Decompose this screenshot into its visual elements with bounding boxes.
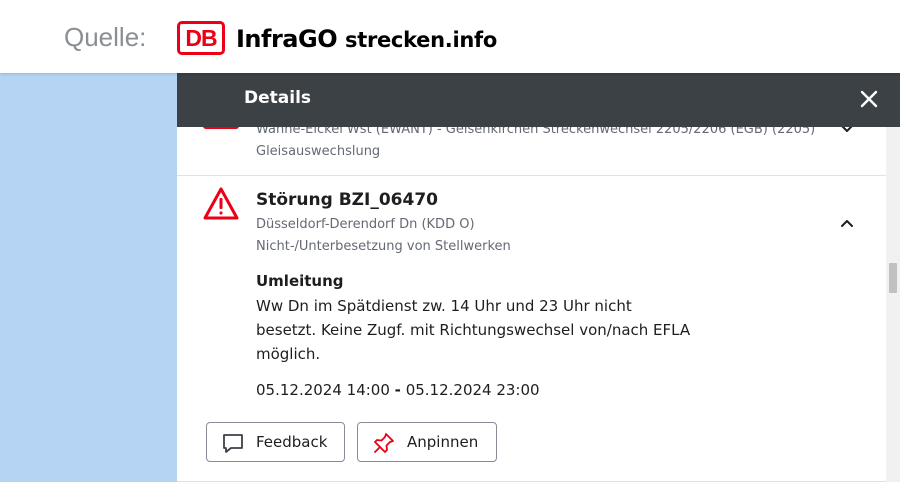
db-logo-text: DB xyxy=(185,25,217,51)
panel-header: Details xyxy=(177,73,900,127)
item-description: Ww Dn im Spätdienst zw. 14 Uhr und 23 Uh… xyxy=(256,294,706,366)
chevron-down-icon[interactable] xyxy=(839,127,855,137)
item-cause: Nicht-/Unterbesetzung von Stellwerken xyxy=(256,239,511,254)
list-item: Störung BZI_06470 Düsseldorf-Derendorf D… xyxy=(177,176,886,482)
pin-label: Anpinnen xyxy=(407,433,479,451)
close-button[interactable] xyxy=(855,85,883,113)
period-separator: - xyxy=(394,381,401,399)
warning-icon xyxy=(203,187,239,220)
item-cause: Gleisauswechslung xyxy=(256,144,381,159)
feedback-label: Feedback xyxy=(256,433,328,451)
panel-title: Details xyxy=(244,88,312,108)
source-label: Quelle: xyxy=(64,22,147,52)
scrollbar-thumb[interactable] xyxy=(889,263,897,293)
section-heading: Umleitung xyxy=(256,272,344,290)
chevron-up-icon[interactable] xyxy=(839,215,855,231)
close-icon xyxy=(860,90,878,108)
brand-site: strecken.info xyxy=(345,28,497,52)
feedback-button[interactable]: Feedback xyxy=(206,422,345,462)
period-start: 05.12.2024 14:00 xyxy=(256,381,390,399)
list-item[interactable]: Wanne-Eickel Wst (EWANT) - Gelsenkirchen… xyxy=(177,127,886,176)
pin-button[interactable]: Anpinnen xyxy=(357,422,497,462)
pin-icon xyxy=(374,433,394,453)
item-station: Düsseldorf-Derendorf Dn (KDD O) xyxy=(256,217,475,232)
brand-name: InfraGO xyxy=(236,25,338,53)
description-line: möglich. xyxy=(256,345,321,363)
warning-icon xyxy=(203,127,239,129)
item-route: Wanne-Eickel Wst (EWANT) - Gelsenkirchen… xyxy=(256,127,816,137)
details-panel: Details Wanne-Eickel Wst (EWANT) - Gelse… xyxy=(177,73,900,482)
source-header: Quelle: DB InfraGO strecken.info xyxy=(0,0,900,73)
description-line: besetzt. Keine Zugf. mit Richtungswechse… xyxy=(256,321,691,339)
description-line: Ww Dn im Spätdienst zw. 14 Uhr und 23 Uh… xyxy=(256,297,632,315)
validity-period: 05.12.2024 14:00 - 05.12.2024 23:00 xyxy=(256,381,540,399)
panel-body: Wanne-Eickel Wst (EWANT) - Gelsenkirchen… xyxy=(177,127,886,482)
scrollbar[interactable] xyxy=(886,127,900,482)
speech-bubble-icon xyxy=(223,434,243,453)
db-logo: DB xyxy=(177,21,225,55)
item-title: Störung BZI_06470 xyxy=(256,190,438,210)
period-end: 05.12.2024 23:00 xyxy=(405,381,540,399)
